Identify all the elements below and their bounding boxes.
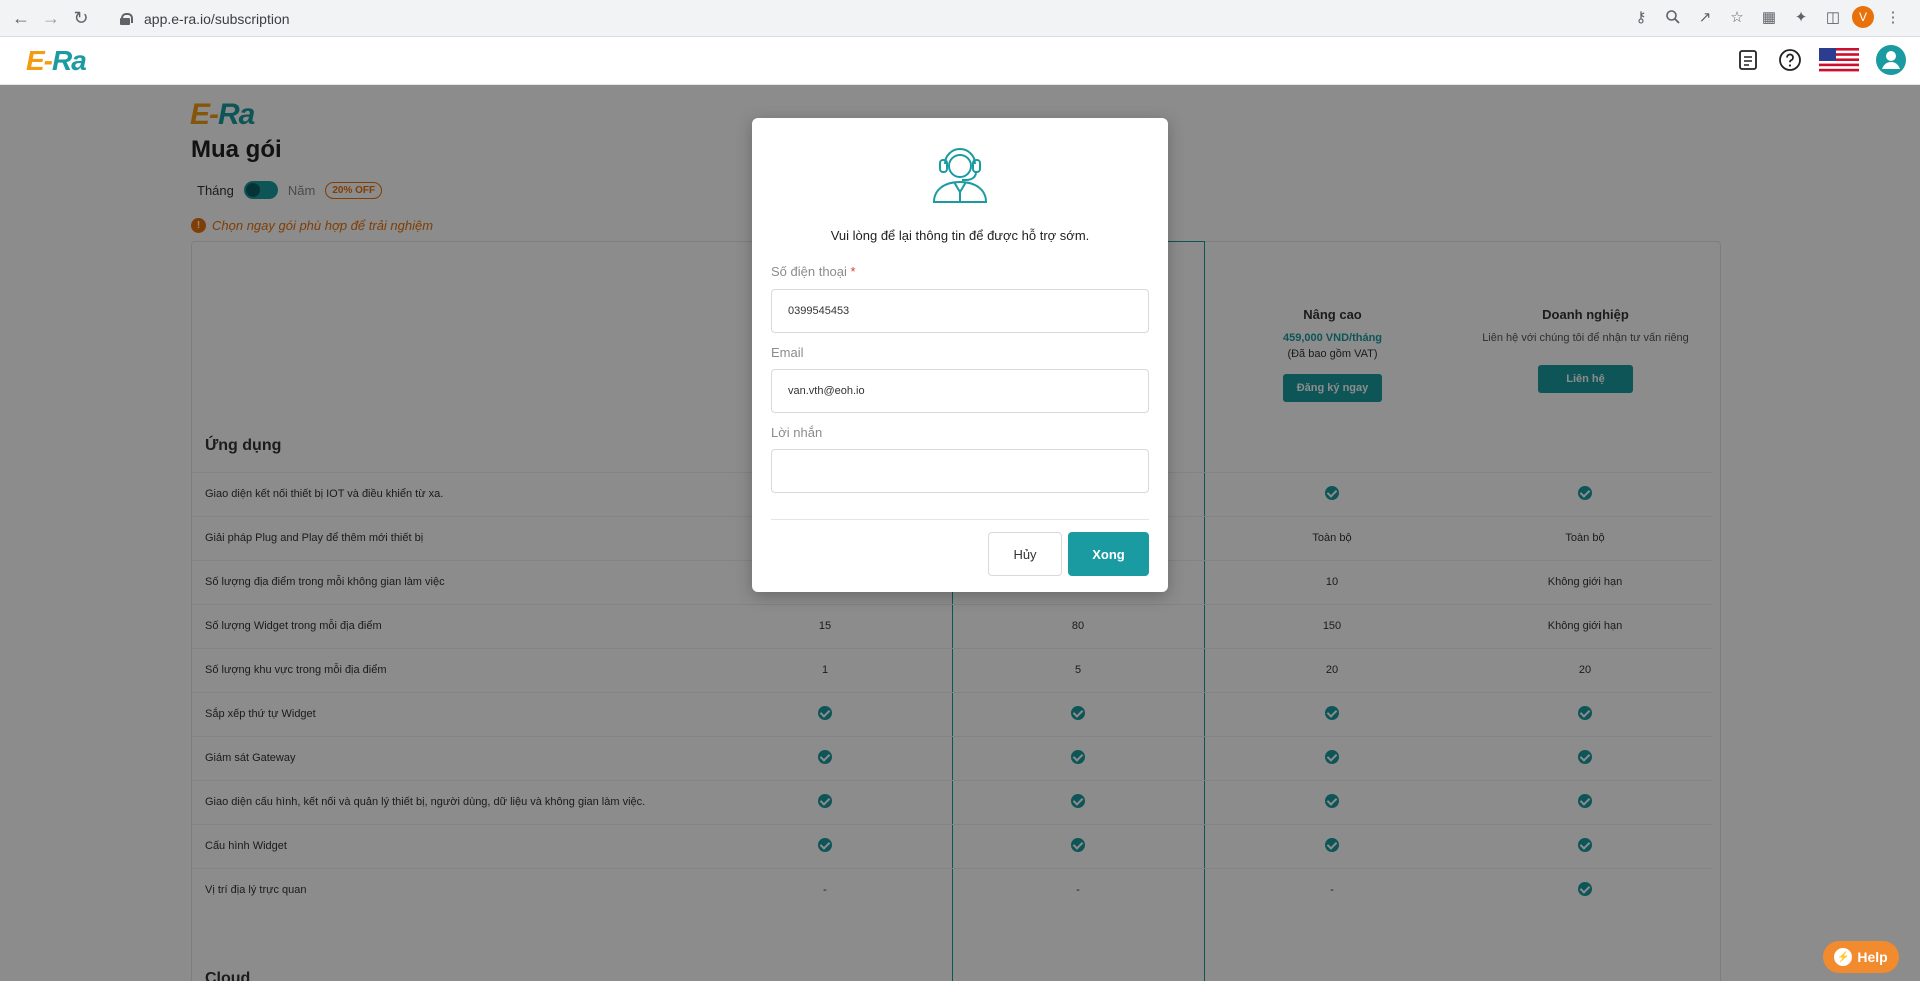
user-account-icon[interactable] [1874, 43, 1908, 77]
url-text: app.e-ra.io/subscription [144, 10, 290, 27]
lock-icon [120, 12, 133, 25]
menu-dots-icon[interactable]: ⋮ [1880, 4, 1906, 30]
document-icon[interactable] [1734, 46, 1762, 74]
message-label: Lời nhắn [771, 425, 823, 440]
side-panel-icon[interactable]: ◫ [1820, 4, 1846, 30]
key-icon[interactable]: ⚷ [1628, 4, 1654, 30]
phone-label: Số điện thoại * [771, 264, 856, 279]
done-button[interactable]: Xong [1068, 532, 1149, 576]
extensions-icon[interactable]: ✦ [1788, 4, 1814, 30]
reload-icon[interactable]: ↻ [66, 3, 96, 33]
phone-field[interactable] [771, 289, 1149, 333]
share-icon[interactable]: ↗ [1692, 4, 1718, 30]
help-circle-icon[interactable] [1776, 46, 1804, 74]
era-logo[interactable]: E-Ra [26, 45, 87, 77]
qr-code-icon[interactable]: ▦ [1756, 4, 1782, 30]
back-icon[interactable]: ← [6, 3, 36, 33]
help-label: Help [1857, 949, 1888, 965]
email-label: Email [771, 345, 804, 360]
customer-support-icon [932, 148, 988, 203]
browser-toolbar: ← → ↻ app.e-ra.io/subscription ⚷ ↗ ☆ ▦ ✦… [0, 0, 1920, 37]
cancel-button[interactable]: Hủy [988, 532, 1062, 576]
zoom-icon[interactable] [1660, 4, 1686, 30]
messenger-icon: ⚡ [1834, 948, 1853, 966]
modal-message: Vui lòng để lại thông tin để được hỗ trợ… [830, 228, 1090, 243]
app-header: E-Ra [0, 37, 1920, 85]
profile-avatar[interactable]: V [1852, 6, 1874, 28]
help-chat-button[interactable]: ⚡ Help [1823, 941, 1899, 973]
address-bar[interactable]: app.e-ra.io/subscription [110, 4, 1890, 33]
bookmark-star-icon[interactable]: ☆ [1724, 4, 1750, 30]
us-flag-icon[interactable] [1818, 46, 1860, 74]
modal-divider [771, 519, 1149, 520]
support-request-modal: Vui lòng để lại thông tin để được hỗ trợ… [752, 118, 1168, 592]
forward-icon[interactable]: → [36, 3, 66, 33]
required-mark: * [850, 264, 856, 279]
message-field[interactable] [771, 449, 1149, 493]
email-field[interactable] [771, 369, 1149, 413]
